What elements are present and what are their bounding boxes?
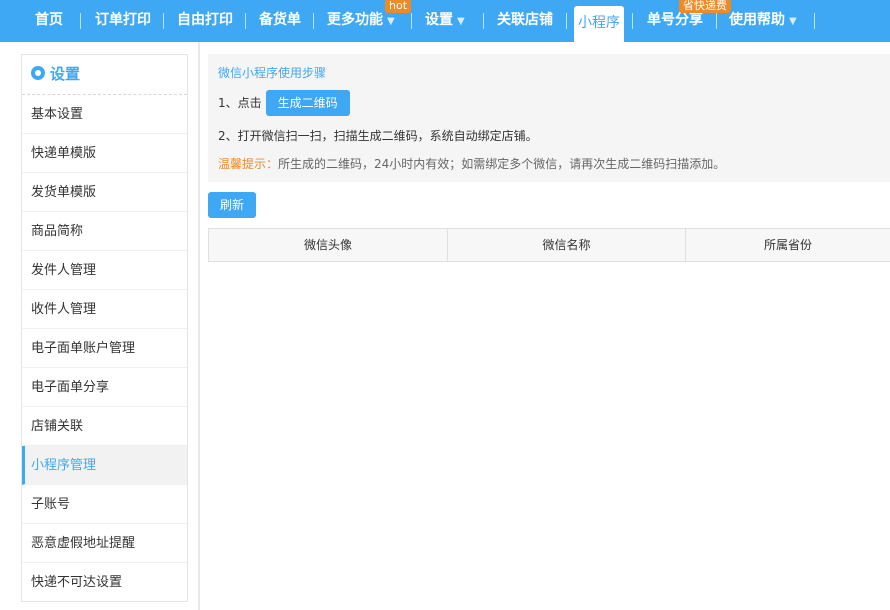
nav-separator <box>411 13 412 29</box>
nav-separator <box>80 13 81 29</box>
wechat-table-header: 微信头像 微信名称 所属省份 <box>208 228 890 262</box>
nav-separator <box>245 13 246 29</box>
usage-steps-panel: 微信小程序使用步骤 1、点击 生成二维码 2、打开微信扫一扫，扫描生成二维码，系统… <box>208 54 890 182</box>
nav-linked-stores[interactable]: 关联店铺 <box>497 0 553 42</box>
hot-badge: hot <box>385 0 412 13</box>
nav-settings[interactable]: 设置 ▼ <box>425 0 465 42</box>
nav-mini-program[interactable]: 小程序 <box>574 6 624 42</box>
divider <box>198 42 200 610</box>
nav-order-print-label: 订单打印 <box>95 12 151 28</box>
chevron-down-icon: ▼ <box>387 16 395 27</box>
nav-separator <box>716 13 717 29</box>
step-one: 1、点击 生成二维码 <box>218 90 350 116</box>
sidebar-item-waybill-share[interactable]: 电子面单分享 <box>22 368 187 407</box>
nav-separator <box>814 13 815 29</box>
sidebar-item-waybill-accounts[interactable]: 电子面单账户管理 <box>22 329 187 368</box>
sidebar-item-store-link[interactable]: 店铺关联 <box>22 407 187 446</box>
sidebar-item-shipping-template[interactable]: 发货单模版 <box>22 173 187 212</box>
nav-help[interactable]: 使用帮助 ▼ <box>729 0 797 42</box>
sidebar-header: 设置 <box>22 55 187 95</box>
nav-free-print-label: 自由打印 <box>177 12 233 28</box>
top-nav: 首页 订单打印 自由打印 备货单 更多功能 ▼ hot 设置 ▼ 关联店铺 小程序 … <box>0 0 890 42</box>
nav-linked-stores-label: 关联店铺 <box>497 12 553 28</box>
nav-free-print[interactable]: 自由打印 <box>177 0 233 42</box>
sidebar-item-express-template[interactable]: 快递单模版 <box>22 134 187 173</box>
settings-sidebar: 设置 基本设置 快递单模版 发货单模版 商品简称 发件人管理 收件人管理 电子面… <box>21 54 188 602</box>
nav-home-label: 首页 <box>35 12 63 28</box>
nav-tracking-share-label: 单号分享 <box>647 12 703 28</box>
chevron-down-icon: ▼ <box>789 16 797 27</box>
nav-separator <box>632 13 633 29</box>
nav-settings-label: 设置 <box>425 12 453 28</box>
generate-qrcode-button[interactable]: 生成二维码 <box>265 90 350 116</box>
steps-title: 微信小程序使用步骤 <box>218 66 327 80</box>
nav-mini-program-label: 小程序 <box>578 15 620 31</box>
nav-tracking-share[interactable]: 单号分享 省快递费 <box>647 0 731 42</box>
nav-more-features[interactable]: 更多功能 ▼ hot <box>327 0 412 42</box>
nav-separator <box>566 13 567 29</box>
nav-help-label: 使用帮助 <box>729 12 785 28</box>
nav-stock-list[interactable]: 备货单 <box>259 0 301 42</box>
refresh-button[interactable]: 刷新 <box>208 192 256 218</box>
tip: 温馨提示：所生成的二维码，24小时内有效；如需绑定多个微信，请再次生成二维码扫描… <box>218 155 725 172</box>
nav-more-features-label: 更多功能 <box>327 12 383 28</box>
nav-separator <box>483 13 484 29</box>
sidebar-item-recipient-management[interactable]: 收件人管理 <box>22 290 187 329</box>
sidebar-item-product-alias[interactable]: 商品简称 <box>22 212 187 251</box>
nav-order-print[interactable]: 订单打印 <box>95 0 151 42</box>
column-header-province: 所属省份 <box>763 238 812 252</box>
sidebar-item-sender-management[interactable]: 发件人管理 <box>22 251 187 290</box>
column-header-avatar: 微信头像 <box>209 229 448 261</box>
step-one-text: 1、点击 <box>218 96 262 110</box>
sidebar-item-fake-address-alert[interactable]: 恶意虚假地址提醒 <box>22 524 187 563</box>
gear-icon <box>31 66 45 80</box>
save-shipping-badge: 省快递费 <box>679 0 731 13</box>
sidebar-item-undeliverable-settings[interactable]: 快递不可达设置 <box>22 563 187 602</box>
sidebar-item-basic-settings[interactable]: 基本设置 <box>22 95 187 134</box>
nav-separator <box>163 13 164 29</box>
sidebar-title: 设置 <box>50 65 81 83</box>
column-header-wechat-name: 微信名称 <box>448 229 686 261</box>
nav-stock-list-label: 备货单 <box>259 12 301 28</box>
sidebar-item-sub-accounts[interactable]: 子账号 <box>22 485 187 524</box>
sidebar-item-mini-program-management[interactable]: 小程序管理 <box>22 446 187 485</box>
step-two: 2、打开微信扫一扫，扫描生成二维码，系统自动绑定店铺。 <box>218 129 538 143</box>
chevron-down-icon: ▼ <box>457 16 465 27</box>
nav-separator <box>313 13 314 29</box>
nav-home[interactable]: 首页 <box>35 0 63 42</box>
tip-text: 所生成的二维码，24小时内有效；如需绑定多个微信，请再次生成二维码扫描添加。 <box>278 157 726 171</box>
tip-label: 温馨提示： <box>218 157 279 171</box>
